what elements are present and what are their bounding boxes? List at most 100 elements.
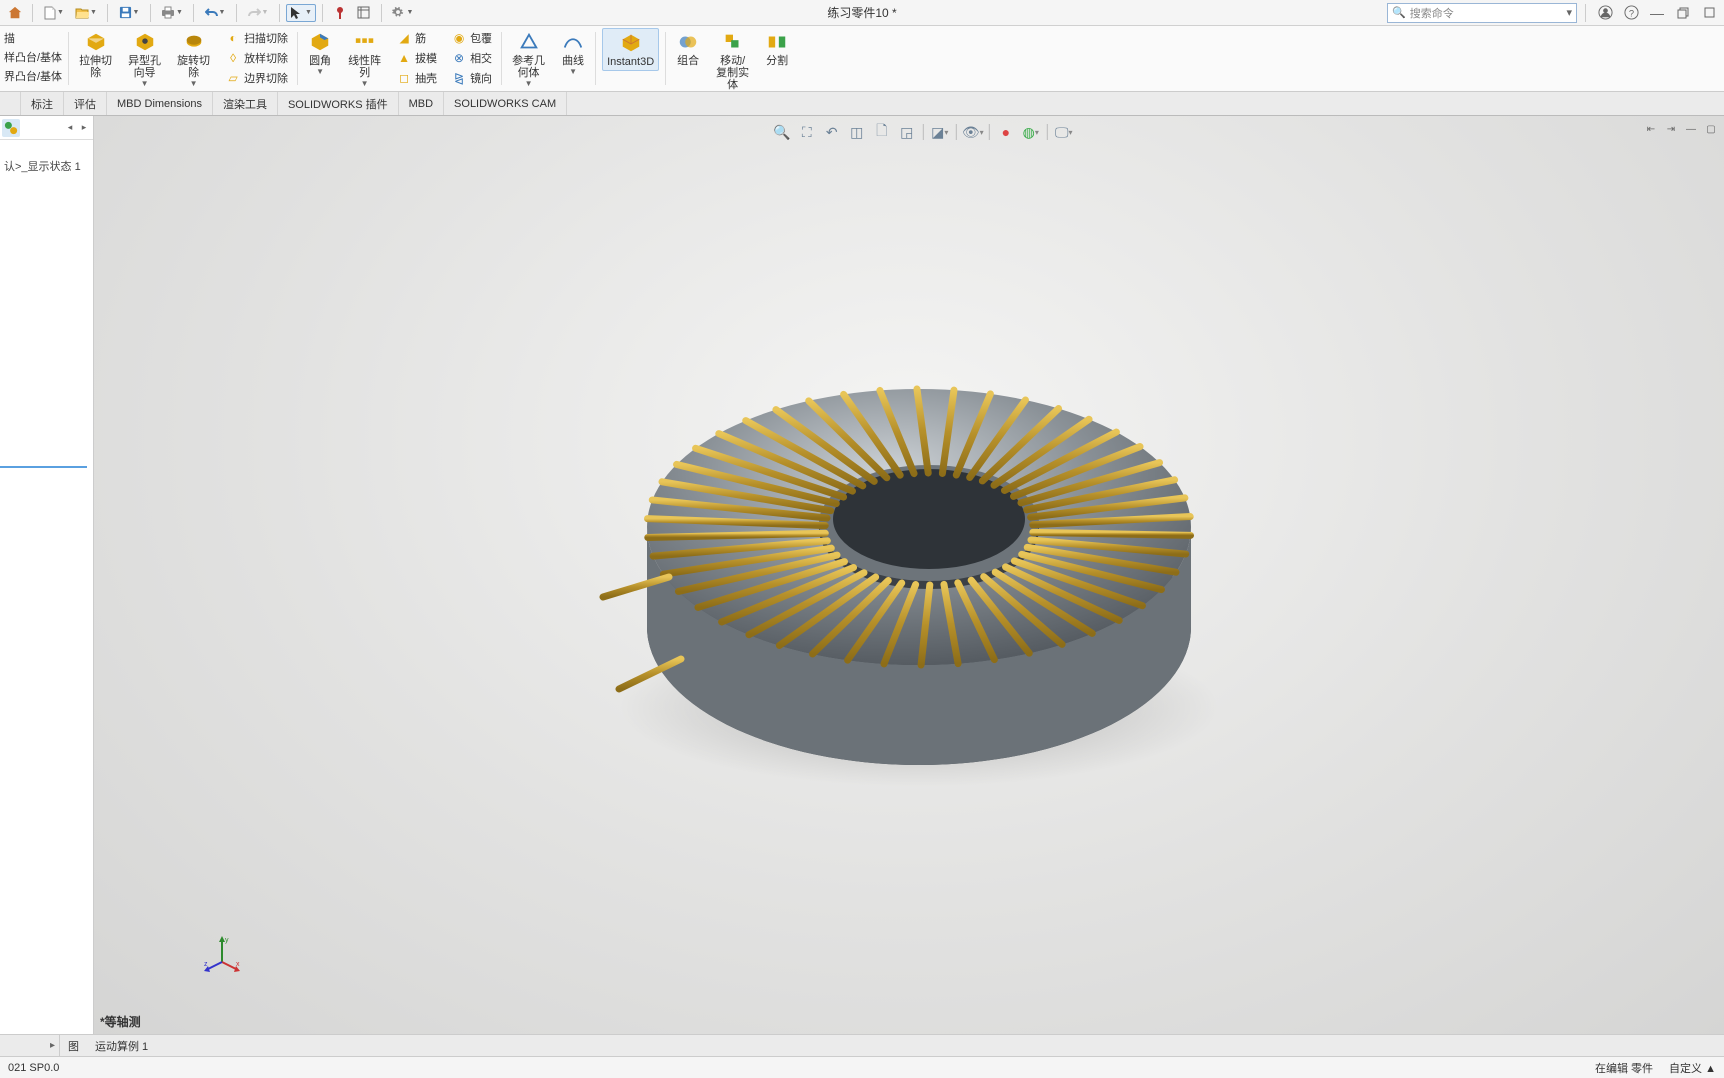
- curves-button[interactable]: 曲线 ▼: [557, 28, 589, 78]
- home-icon: [8, 6, 22, 20]
- tab-solidworks-cam[interactable]: SOLIDWORKS CAM: [444, 92, 567, 115]
- tab-mbd-dimensions[interactable]: MBD Dimensions: [107, 92, 213, 115]
- view-settings-button[interactable]: 🖵▾: [1053, 121, 1075, 143]
- dynamic-annotation-button[interactable]: 🗋: [871, 121, 893, 143]
- swept-boss-item[interactable]: 描: [4, 32, 62, 46]
- minimize-window-button[interactable]: —: [1646, 2, 1668, 24]
- appearance-icon: ●: [1002, 124, 1010, 140]
- view-orientation-button[interactable]: ◲: [896, 121, 918, 143]
- linear-pattern-button[interactable]: 线性阵 列 ▼: [344, 28, 385, 90]
- lofted-boss-item[interactable]: 样凸台/基体: [4, 51, 62, 65]
- gw-minimize-button[interactable]: —: [1682, 120, 1700, 138]
- display-style-icon: ◪: [931, 124, 944, 141]
- zoom-fit-icon: 🔍: [773, 124, 790, 141]
- split-button[interactable]: 分割: [761, 28, 793, 69]
- mirror-button[interactable]: ⧎镜向: [448, 68, 495, 88]
- hole-wizard-button[interactable]: 异型孔 向导 ▼: [124, 28, 165, 90]
- tab-render-tools[interactable]: 渲染工具: [213, 92, 278, 115]
- folder-open-icon: [75, 7, 89, 19]
- main-area: ◂ ▸ 认>_显示状态 1: [0, 116, 1724, 1034]
- boundary-boss-item[interactable]: 界凸台/基体: [4, 70, 62, 84]
- reference-geometry-button[interactable]: 参考几 何体 ▼: [508, 28, 549, 90]
- rib-button[interactable]: ◢筋: [393, 28, 440, 48]
- feature-tree-icon: [4, 121, 18, 135]
- search-placeholder: 搜索命令: [1410, 5, 1454, 21]
- panel-tab-next-button[interactable]: ▸: [77, 119, 91, 137]
- tab-mbd[interactable]: MBD: [399, 92, 444, 115]
- draft-button[interactable]: ▲拔模: [393, 48, 440, 68]
- hide-show-button[interactable]: 👁▾: [962, 121, 984, 143]
- rebuild-button[interactable]: [329, 2, 351, 24]
- instant3d-button[interactable]: Instant3D: [602, 28, 659, 71]
- new-document-button[interactable]: ▼: [39, 2, 69, 24]
- chevron-down-icon: ▼: [406, 9, 413, 16]
- shell-button[interactable]: ◻抽壳: [393, 68, 440, 88]
- chevron-down-icon: ▾: [980, 128, 984, 137]
- swept-cut-button[interactable]: ◐扫描切除: [222, 28, 291, 48]
- previous-view-button[interactable]: ↶: [821, 121, 843, 143]
- gw-collapse-right-button[interactable]: ⇥: [1662, 120, 1680, 138]
- wrap-button[interactable]: ◉包覆: [448, 28, 495, 48]
- edit-appearance-button[interactable]: ●: [995, 121, 1017, 143]
- status-bar: 021 SP0.0 在编辑 零件 自定义 ▲: [0, 1056, 1724, 1078]
- feature-tree-tab[interactable]: [2, 119, 20, 137]
- tab-annotations[interactable]: 标注: [21, 92, 64, 115]
- zoom-area-button[interactable]: ⛶: [796, 121, 818, 143]
- revolved-cut-icon: [182, 30, 206, 54]
- tab-features[interactable]: [0, 92, 21, 115]
- scene-icon: ◍: [1023, 124, 1035, 141]
- move-copy-body-button[interactable]: 移动/ 复制实 体: [712, 28, 753, 93]
- motion-study-tab[interactable]: 运动算例 1: [87, 1036, 156, 1056]
- revolved-cut-button[interactable]: 旋转切 除 ▼: [173, 28, 214, 90]
- selection-tool-button[interactable]: ▼: [286, 4, 316, 22]
- gw-maximize-button[interactable]: ▢: [1702, 120, 1720, 138]
- section-view-button[interactable]: ◫: [846, 121, 868, 143]
- chevron-down-icon: ▼: [262, 9, 269, 16]
- ribbon-boss-group: 描 样凸台/基体 界凸台/基体: [0, 28, 66, 89]
- bottom-tabs-scroll[interactable]: ▸: [4, 1035, 60, 1056]
- chevron-down-icon: ▾: [1069, 128, 1073, 137]
- display-state-label: 认>_显示状态 1: [4, 158, 89, 174]
- lofted-cut-button[interactable]: ◊放样切除: [222, 48, 291, 68]
- chevron-down-icon: ▼: [133, 9, 140, 16]
- panel-tab-prev-button[interactable]: ◂: [63, 119, 77, 137]
- feature-manager-content[interactable]: 认>_显示状态 1: [0, 140, 93, 1034]
- boundary-cut-button[interactable]: ▱边界切除: [222, 68, 291, 88]
- user-account-button[interactable]: [1594, 2, 1616, 24]
- chevron-down-icon: ▼: [90, 9, 97, 16]
- intersect-button[interactable]: ⊗相交: [448, 48, 495, 68]
- combine-button[interactable]: 组合: [672, 28, 704, 69]
- save-button[interactable]: ▼: [114, 2, 144, 24]
- options-button[interactable]: ▼: [388, 2, 418, 24]
- tab-evaluate[interactable]: 评估: [64, 92, 107, 115]
- open-document-button[interactable]: ▼: [71, 2, 101, 24]
- rollback-bar[interactable]: [0, 466, 87, 468]
- rebuild-icon: [334, 6, 346, 20]
- command-manager-tabs: 标注 评估 MBD Dimensions 渲染工具 SOLIDWORKS 插件 …: [0, 92, 1724, 116]
- unit-system-button[interactable]: 自定义 ▲: [1669, 1060, 1716, 1076]
- print-button[interactable]: ▼: [157, 2, 187, 24]
- home-button[interactable]: [4, 2, 26, 24]
- zoom-fit-button[interactable]: 🔍: [771, 121, 793, 143]
- orientation-triad[interactable]: y x z: [202, 934, 242, 974]
- tab-solidworks-addins[interactable]: SOLIDWORKS 插件: [278, 92, 399, 115]
- redo-button[interactable]: ▼: [243, 2, 273, 24]
- restore-window-button[interactable]: [1672, 2, 1694, 24]
- gw-collapse-left-button[interactable]: ⇤: [1642, 120, 1660, 138]
- graphics-viewport[interactable]: y x z *等轴测: [94, 116, 1724, 1034]
- command-search-input[interactable]: 🔍 搜索命令 ▾: [1387, 3, 1577, 23]
- undo-button[interactable]: ▼: [200, 2, 230, 24]
- fillet-button[interactable]: 圆角 ▼: [304, 28, 336, 78]
- chevron-down-icon: ▼: [305, 9, 312, 16]
- gear-icon: [392, 6, 405, 19]
- maximize-window-button[interactable]: [1698, 2, 1720, 24]
- rib-icon: ◢: [396, 30, 412, 46]
- help-button[interactable]: ?: [1620, 2, 1642, 24]
- model-tab[interactable]: 图: [60, 1036, 87, 1056]
- file-properties-button[interactable]: [353, 2, 375, 24]
- display-style-button[interactable]: ◪▾: [929, 121, 951, 143]
- extruded-cut-button[interactable]: 拉伸切 除: [75, 28, 116, 81]
- draft-icon: ▲: [396, 50, 412, 66]
- apply-scene-button[interactable]: ◍▾: [1020, 121, 1042, 143]
- section-view-icon: ◫: [850, 124, 863, 141]
